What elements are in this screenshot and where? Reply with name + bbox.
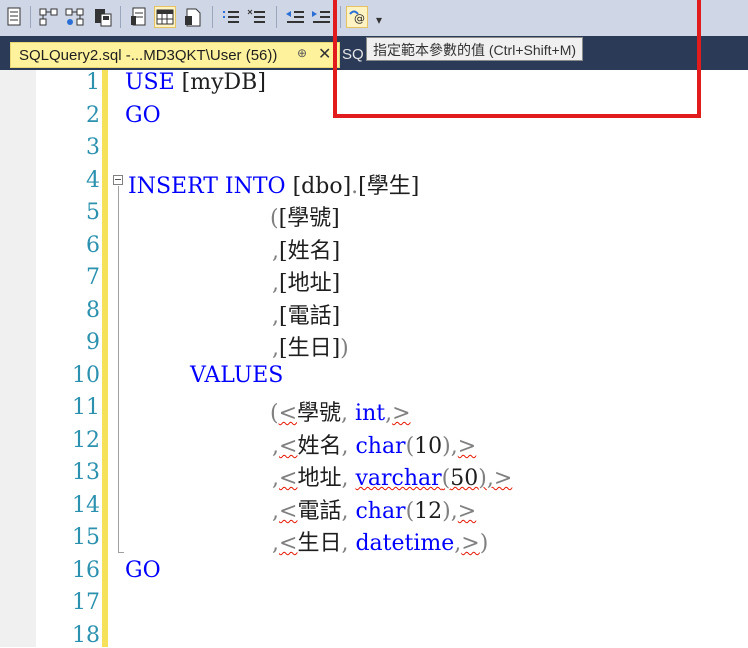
line-number: 2 bbox=[86, 103, 100, 128]
collapse-region-icon[interactable] bbox=[113, 175, 123, 185]
comment-out-icon[interactable] bbox=[220, 6, 242, 28]
code-line-8: ,[電話] bbox=[272, 304, 341, 329]
code-line-6: ,[姓名] bbox=[272, 239, 341, 264]
line-number: 14 bbox=[72, 493, 100, 518]
line-number: 15 bbox=[72, 525, 100, 550]
code-line-9: ,[生日]) bbox=[272, 336, 349, 361]
close-icon[interactable]: ✕ bbox=[318, 44, 331, 64]
code-line-5: ([學號] bbox=[270, 206, 340, 231]
editor-left-margin bbox=[0, 70, 36, 647]
code-line-13: ,<地址, varchar(50),> bbox=[272, 466, 513, 491]
line-number: 1 bbox=[86, 70, 100, 95]
line-number: 16 bbox=[72, 558, 100, 583]
line-number: 3 bbox=[86, 135, 100, 160]
highlight-annotation-box bbox=[333, 0, 701, 118]
query-options-icon[interactable] bbox=[128, 6, 150, 28]
line-number: 10 bbox=[72, 363, 100, 388]
line-number: 18 bbox=[72, 623, 100, 648]
fold-guide bbox=[118, 186, 119, 552]
line-number: 5 bbox=[86, 200, 100, 225]
line-number: 4 bbox=[86, 168, 100, 193]
line-number: 13 bbox=[72, 460, 100, 485]
code-line-1: USE [myDB] bbox=[125, 70, 266, 95]
code-line-16: GO bbox=[125, 558, 161, 583]
line-number: 7 bbox=[86, 265, 100, 290]
increase-indent-icon[interactable] bbox=[310, 6, 332, 28]
code-line-10: VALUES bbox=[190, 363, 284, 388]
code-line-14: ,<電話, char(12),> bbox=[272, 499, 477, 524]
tab-title: SQLQuery2.sql -...MD3QKT\User (56)) bbox=[19, 47, 278, 64]
line-number: 17 bbox=[72, 590, 100, 615]
line-number: 11 bbox=[72, 395, 100, 420]
change-tracking-bar bbox=[102, 70, 108, 647]
code-line-15: ,<生日, datetime,>) bbox=[272, 531, 489, 556]
results-to-text-icon[interactable] bbox=[4, 6, 26, 28]
line-number: 9 bbox=[86, 330, 100, 355]
code-line-2: GO bbox=[125, 103, 161, 128]
results-to-grid-active-icon[interactable] bbox=[154, 6, 176, 28]
client-statistics-icon[interactable] bbox=[64, 6, 86, 28]
code-editor[interactable] bbox=[0, 70, 748, 647]
include-actual-plan-icon[interactable] bbox=[38, 6, 60, 28]
fold-guide-end bbox=[118, 552, 124, 553]
uncomment-icon[interactable] bbox=[246, 6, 268, 28]
tab-sqlquery2[interactable]: SQLQuery2.sql -...MD3QKT\User (56)) ⊕ ✕ bbox=[10, 42, 340, 68]
results-to-grid-icon[interactable] bbox=[92, 6, 114, 28]
line-number: 12 bbox=[72, 428, 100, 453]
results-to-file-icon[interactable] bbox=[182, 6, 204, 28]
code-line-4: INSERT INTO [dbo].[學生] bbox=[128, 174, 420, 199]
code-line-11: (<學號, int,> bbox=[270, 401, 411, 426]
line-number: 6 bbox=[86, 233, 100, 258]
decrease-indent-icon[interactable] bbox=[284, 6, 306, 28]
code-line-12: ,<姓名, char(10),> bbox=[272, 434, 477, 459]
line-number: 8 bbox=[86, 298, 100, 323]
code-line-7: ,[地址] bbox=[272, 271, 341, 296]
pin-icon[interactable]: ⊕ bbox=[297, 46, 307, 60]
